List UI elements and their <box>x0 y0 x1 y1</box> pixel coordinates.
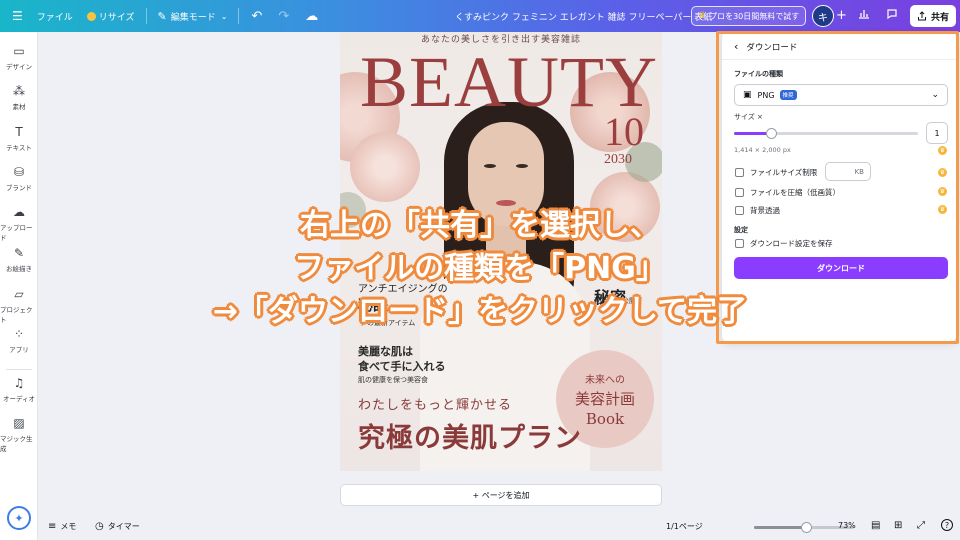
zoom-slider-fill <box>754 526 807 529</box>
rail-item-elements[interactable]: ⁂ 素材 <box>0 84 38 111</box>
rose-decoration <box>350 132 420 202</box>
rail-label: オーディオ <box>2 395 36 403</box>
rail-label: プロジェクト <box>0 306 33 324</box>
resize-label: リサイズ <box>98 12 135 23</box>
hamburger-icon[interactable]: ☰ <box>0 0 30 32</box>
instruction-overlay: 右上の「共有」を選択し、 ファイルの種類を「PNG」 →「ダウンロード」をクリッ… <box>190 204 770 333</box>
edit-mode-label: 編集モード <box>170 12 216 23</box>
rail-item-magic-media[interactable]: ▨ マジック生成 <box>0 416 38 453</box>
document-title[interactable]: くすみピンク フェミニン エレガント 雑誌 フリーペーパー 表紙 <box>455 0 712 32</box>
skin-feature-title: 美麗な肌は 食べて手に入れる <box>358 344 446 374</box>
add-collaborator-icon[interactable]: + <box>836 8 847 23</box>
share-button[interactable]: 共有 <box>910 5 956 27</box>
instruction-line-3: →「ダウンロード」をクリックして完了 <box>212 294 748 329</box>
cloud-save-icon[interactable]: ☁ <box>297 9 326 24</box>
bottom-bar: ≡ メモ ◷ タイマー 1/1ページ 73% ▤ ⊞ ⤢ ? <box>38 514 960 540</box>
chevron-down-icon: ⌄ <box>220 11 228 21</box>
rail-label: ブランド <box>6 184 32 192</box>
page-view-icon[interactable]: ▤ <box>871 520 880 531</box>
book-badge-line-2: 美容計画 <box>574 389 635 408</box>
divider <box>145 8 147 24</box>
rail-item-projects[interactable]: ▱ プロジェクト <box>0 287 38 324</box>
avatar[interactable]: キ <box>812 5 834 27</box>
brand-icon: ⛁ <box>13 165 25 179</box>
notes-button[interactable]: ≡ メモ <box>48 521 76 532</box>
apps-icon: ⁘ <box>13 327 25 341</box>
instruction-line-2: ファイルの種類を「PNG」 <box>294 251 666 286</box>
rail-item-text[interactable]: T テキスト <box>0 125 38 152</box>
rail-divider <box>6 369 32 370</box>
insights-icon[interactable] <box>858 7 870 22</box>
pro-trial-button[interactable]: ♛ プロを30日間無料で試す <box>691 6 807 26</box>
skin-line-2: 食べて手に入れる <box>358 360 446 373</box>
timer-button[interactable]: ◷ タイマー <box>95 521 140 532</box>
page-indicator[interactable]: 1/1ページ <box>666 521 703 532</box>
issue-number: 10 <box>604 109 644 154</box>
skin-line-1: 美麗な肌は <box>358 345 413 358</box>
instruction-line-1: 右上の「共有」を選択し、 <box>300 208 660 243</box>
zoom-slider-handle[interactable] <box>801 522 813 533</box>
elements-icon: ⁂ <box>13 84 25 98</box>
rail-label: アップロード <box>0 224 33 242</box>
book-badge-line-3: Book <box>585 409 625 428</box>
rail-item-design[interactable]: ▭ デザイン <box>0 44 38 71</box>
rail-label: 素材 <box>12 103 26 111</box>
upload-icon: ☁ <box>13 205 25 219</box>
rail-label: マジック生成 <box>0 435 33 453</box>
timer-icon: ◷ <box>95 521 104 532</box>
magic-image-icon: ▨ <box>13 416 25 430</box>
grid-view-icon[interactable]: ⊞ <box>894 520 902 531</box>
cover-main-headline: 究極の美肌プラン <box>358 423 582 454</box>
edit-mode-button[interactable]: ✎ 編集モード ⌄ <box>151 0 235 32</box>
rail-label: アプリ <box>9 346 29 354</box>
divider <box>238 8 240 24</box>
pencil-icon: ✎ <box>157 9 167 23</box>
notes-icon: ≡ <box>48 521 57 532</box>
resize-button[interactable]: リサイズ <box>80 0 142 32</box>
pro-trial-label: プロを30日間無料で試す <box>709 11 800 21</box>
rail-item-draw[interactable]: ✎ お絵描き <box>0 246 38 273</box>
draw-icon: ✎ <box>13 246 25 260</box>
rail-item-upload[interactable]: ☁ アップロード <box>0 205 38 242</box>
magic-assistant-icon[interactable]: ✦ <box>7 506 31 530</box>
skin-feature-caption: 肌の健康を保つ美容食 <box>358 376 428 384</box>
zoom-percent[interactable]: 73% <box>838 521 856 530</box>
issue-year: 2030 <box>604 152 632 167</box>
rail-label: お絵描き <box>6 265 32 273</box>
fullscreen-icon[interactable]: ⤢ <box>917 520 925 531</box>
add-page-button[interactable]: + ページを追加 <box>340 484 662 506</box>
timer-label: タイマー <box>107 522 140 531</box>
rail-label: テキスト <box>6 144 32 152</box>
help-icon[interactable]: ? <box>941 519 953 531</box>
rail-label: デザイン <box>6 63 32 71</box>
left-rail: ▭ デザイン ⁂ 素材 T テキスト ⛁ ブランド ☁ アップロード ✎ お絵描… <box>0 32 38 540</box>
folder-icon: ▱ <box>14 287 24 301</box>
model-eye <box>484 164 496 168</box>
comment-icon[interactable] <box>886 8 898 23</box>
book-badge-line-1: 未来への <box>585 374 625 386</box>
crown-icon <box>86 11 96 21</box>
music-icon: ♫ <box>13 376 25 390</box>
share-label: 共有 <box>930 12 949 23</box>
model-eye <box>516 164 528 168</box>
undo-icon[interactable]: ↶ <box>243 9 270 24</box>
rail-item-brand[interactable]: ⛁ ブランド <box>0 165 38 192</box>
layout-icon: ▭ <box>13 44 25 58</box>
text-icon: T <box>15 125 23 139</box>
rail-item-audio[interactable]: ♫ オーディオ <box>0 376 38 403</box>
cover-sub-headline: わたしをもっと輝かせる <box>358 398 513 413</box>
rail-item-apps[interactable]: ⁘ アプリ <box>0 327 38 354</box>
file-menu[interactable]: ファイル <box>30 0 80 32</box>
share-icon <box>917 11 926 21</box>
redo-icon[interactable]: ↷ <box>270 9 297 24</box>
crown-icon: ♛ <box>698 11 707 21</box>
notes-label: メモ <box>60 522 77 531</box>
